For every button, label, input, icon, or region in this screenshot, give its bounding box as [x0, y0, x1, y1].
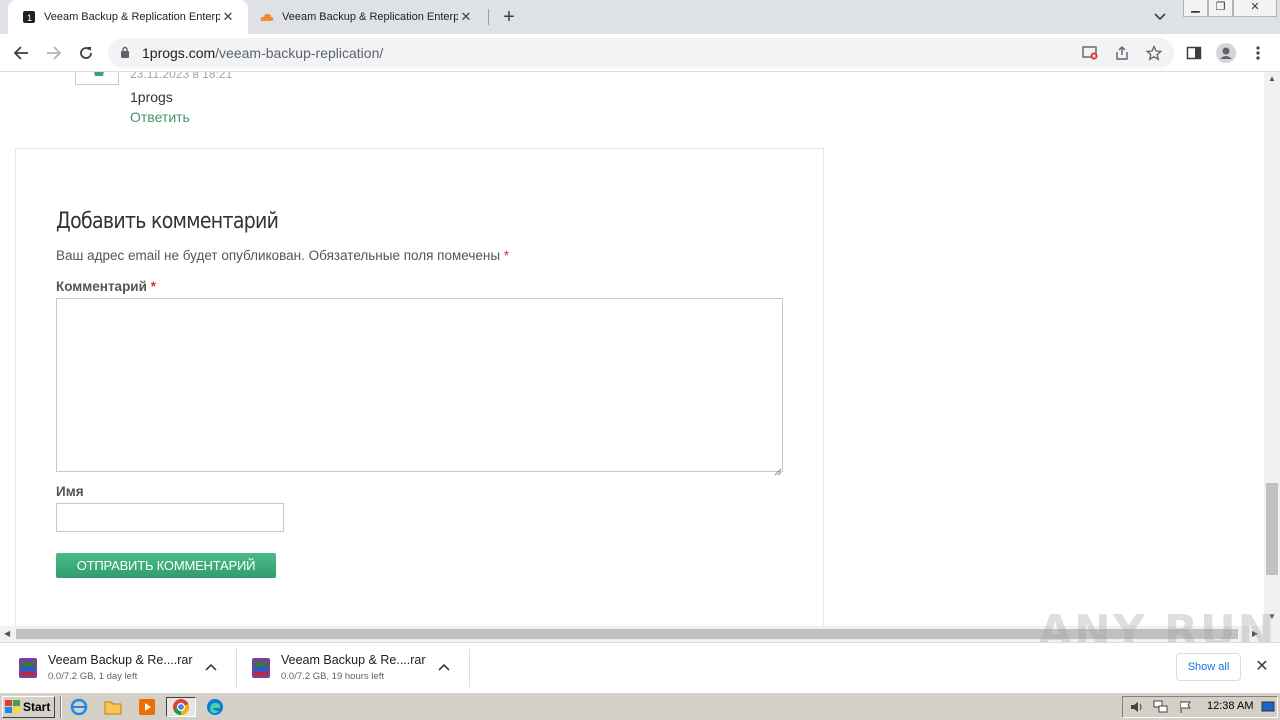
name-input[interactable] — [56, 503, 284, 532]
back-arrow-icon[interactable] — [9, 41, 33, 65]
comment-avatar — [75, 72, 119, 85]
url-text: 1progs.com/veeam-backup-replication/ — [142, 45, 383, 61]
name-label: Имя — [56, 484, 84, 499]
tab-separator — [488, 9, 489, 25]
reply-link[interactable]: Ответить — [130, 109, 190, 125]
folder-icon[interactable] — [102, 697, 124, 717]
translate-blocked-icon[interactable] — [1082, 46, 1098, 65]
comment-label-text: Комментарий — [56, 279, 147, 294]
tab-strip: 1 Veeam Backup & Replication Enterpr ✕ V… — [0, 0, 1280, 34]
comment-author: 1progs — [130, 89, 173, 105]
chevron-down-icon[interactable] — [1152, 10, 1168, 24]
side-panel-icon[interactable] — [1182, 41, 1206, 65]
chevron-up-icon[interactable] — [204, 659, 220, 675]
tab-title: Veeam Backup & Replication Enterpr — [44, 11, 220, 23]
internet-explorer-icon[interactable] — [68, 697, 90, 717]
page-content: 23.11.2023 в 18:21 1progs Ответить Добав… — [0, 72, 1264, 626]
vertical-scroll-thumb[interactable] — [1266, 483, 1278, 575]
new-tab-button[interactable]: + — [498, 7, 520, 29]
rar-archive-icon — [249, 656, 273, 680]
browser-toolbar: 1progs.com/veeam-backup-replication/ — [0, 34, 1280, 72]
flag-icon[interactable] — [1179, 700, 1193, 719]
download-status: 0.0/7.2 GB, 19 hours left — [281, 671, 384, 682]
comment-date: 23.11.2023 в 18:21 — [130, 72, 233, 81]
start-label: Start — [23, 700, 51, 714]
clock: 12:38 AM — [1207, 700, 1254, 712]
chevron-up-icon[interactable] — [437, 659, 453, 675]
media-player-icon[interactable] — [136, 697, 158, 717]
download-item[interactable]: Veeam Backup & Re....rar 0.0/7.2 GB, 19 … — [233, 649, 465, 689]
taskbar-separator — [60, 696, 62, 718]
edge-icon[interactable] — [204, 697, 226, 717]
comment-form: Добавить комментарий Ваш адрес email не … — [15, 148, 824, 626]
star-icon[interactable] — [1145, 44, 1163, 66]
download-name: Veeam Backup & Re....rar — [281, 653, 426, 667]
vertical-scrollbar[interactable]: ▲ ▼ — [1264, 72, 1280, 626]
desktop-icon[interactable] — [1261, 700, 1275, 719]
chrome-taskbar-icon[interactable] — [166, 697, 196, 717]
resize-handle-icon[interactable] — [774, 463, 782, 476]
volume-icon[interactable] — [1129, 700, 1145, 719]
kebab-menu-icon[interactable] — [1246, 41, 1270, 65]
lock-icon[interactable] — [120, 46, 130, 64]
download-item[interactable]: Veeam Backup & Re....rar 0.0/7.2 GB, 1 d… — [0, 649, 232, 689]
close-tab-icon[interactable]: ✕ — [220, 9, 236, 25]
url-host: 1progs.com — [142, 45, 216, 61]
window-controls: ▁ ❐ ✕ — [1183, 0, 1277, 18]
download-shelf: Veeam Backup & Re....rar 0.0/7.2 GB, 1 d… — [0, 642, 1280, 692]
scroll-up-arrow-icon[interactable]: ▲ — [1268, 74, 1276, 83]
rar-archive-icon — [16, 656, 40, 680]
form-title: Добавить комментарий — [56, 209, 279, 234]
tab-veeam-2[interactable]: Veeam Backup & Replication Enterpr ✕ — [252, 0, 488, 34]
required-mark: * — [503, 248, 510, 263]
svg-text:1: 1 — [27, 13, 32, 23]
form-notes-text: Ваш адрес email не будет опубликован. Об… — [56, 248, 501, 263]
required-mark: * — [150, 279, 156, 294]
close-window-icon[interactable]: ✕ — [1233, 0, 1277, 17]
windows-logo-icon — [5, 700, 20, 713]
share-icon[interactable] — [1114, 45, 1130, 66]
download-name: Veeam Backup & Re....rar — [48, 653, 193, 667]
forward-arrow-icon[interactable] — [42, 41, 66, 65]
download-separator — [469, 649, 470, 687]
form-notes: Ваш адрес email не будет опубликован. Об… — [56, 248, 509, 263]
network-icon[interactable] — [1153, 700, 1169, 719]
scroll-left-arrow-icon[interactable]: ◀ — [4, 629, 10, 638]
minimize-icon[interactable]: ▁ — [1183, 0, 1208, 17]
taskbar: Start 12:38 AM — [0, 692, 1280, 720]
url-path: /veeam-backup-replication/ — [215, 45, 384, 61]
submit-comment-button[interactable]: ОТПРАВИТЬ КОММЕНТАРИЙ — [56, 553, 276, 578]
tab-title: Veeam Backup & Replication Enterpr — [282, 11, 458, 23]
start-button[interactable]: Start — [2, 696, 55, 718]
tab-veeam-1[interactable]: 1 Veeam Backup & Replication Enterpr ✕ — [8, 0, 248, 34]
restore-icon[interactable]: ❐ — [1208, 0, 1233, 17]
system-tray: 12:38 AM — [1122, 696, 1278, 718]
reload-icon[interactable] — [74, 41, 98, 65]
close-shelf-icon[interactable]: ✕ — [1253, 658, 1271, 676]
show-all-button[interactable]: Show all — [1176, 653, 1241, 681]
comment-textarea[interactable] — [56, 298, 783, 472]
download-status: 0.0/7.2 GB, 1 day left — [48, 671, 138, 682]
comment-label: Комментарий * — [56, 279, 156, 294]
profile-avatar-icon[interactable] — [1214, 41, 1238, 65]
numbered-1-icon: 1 — [22, 10, 36, 24]
close-tab-icon[interactable]: ✕ — [458, 9, 474, 25]
cloud-icon — [260, 10, 274, 24]
address-bar[interactable]: 1progs.com/veeam-backup-replication/ — [108, 38, 1174, 68]
